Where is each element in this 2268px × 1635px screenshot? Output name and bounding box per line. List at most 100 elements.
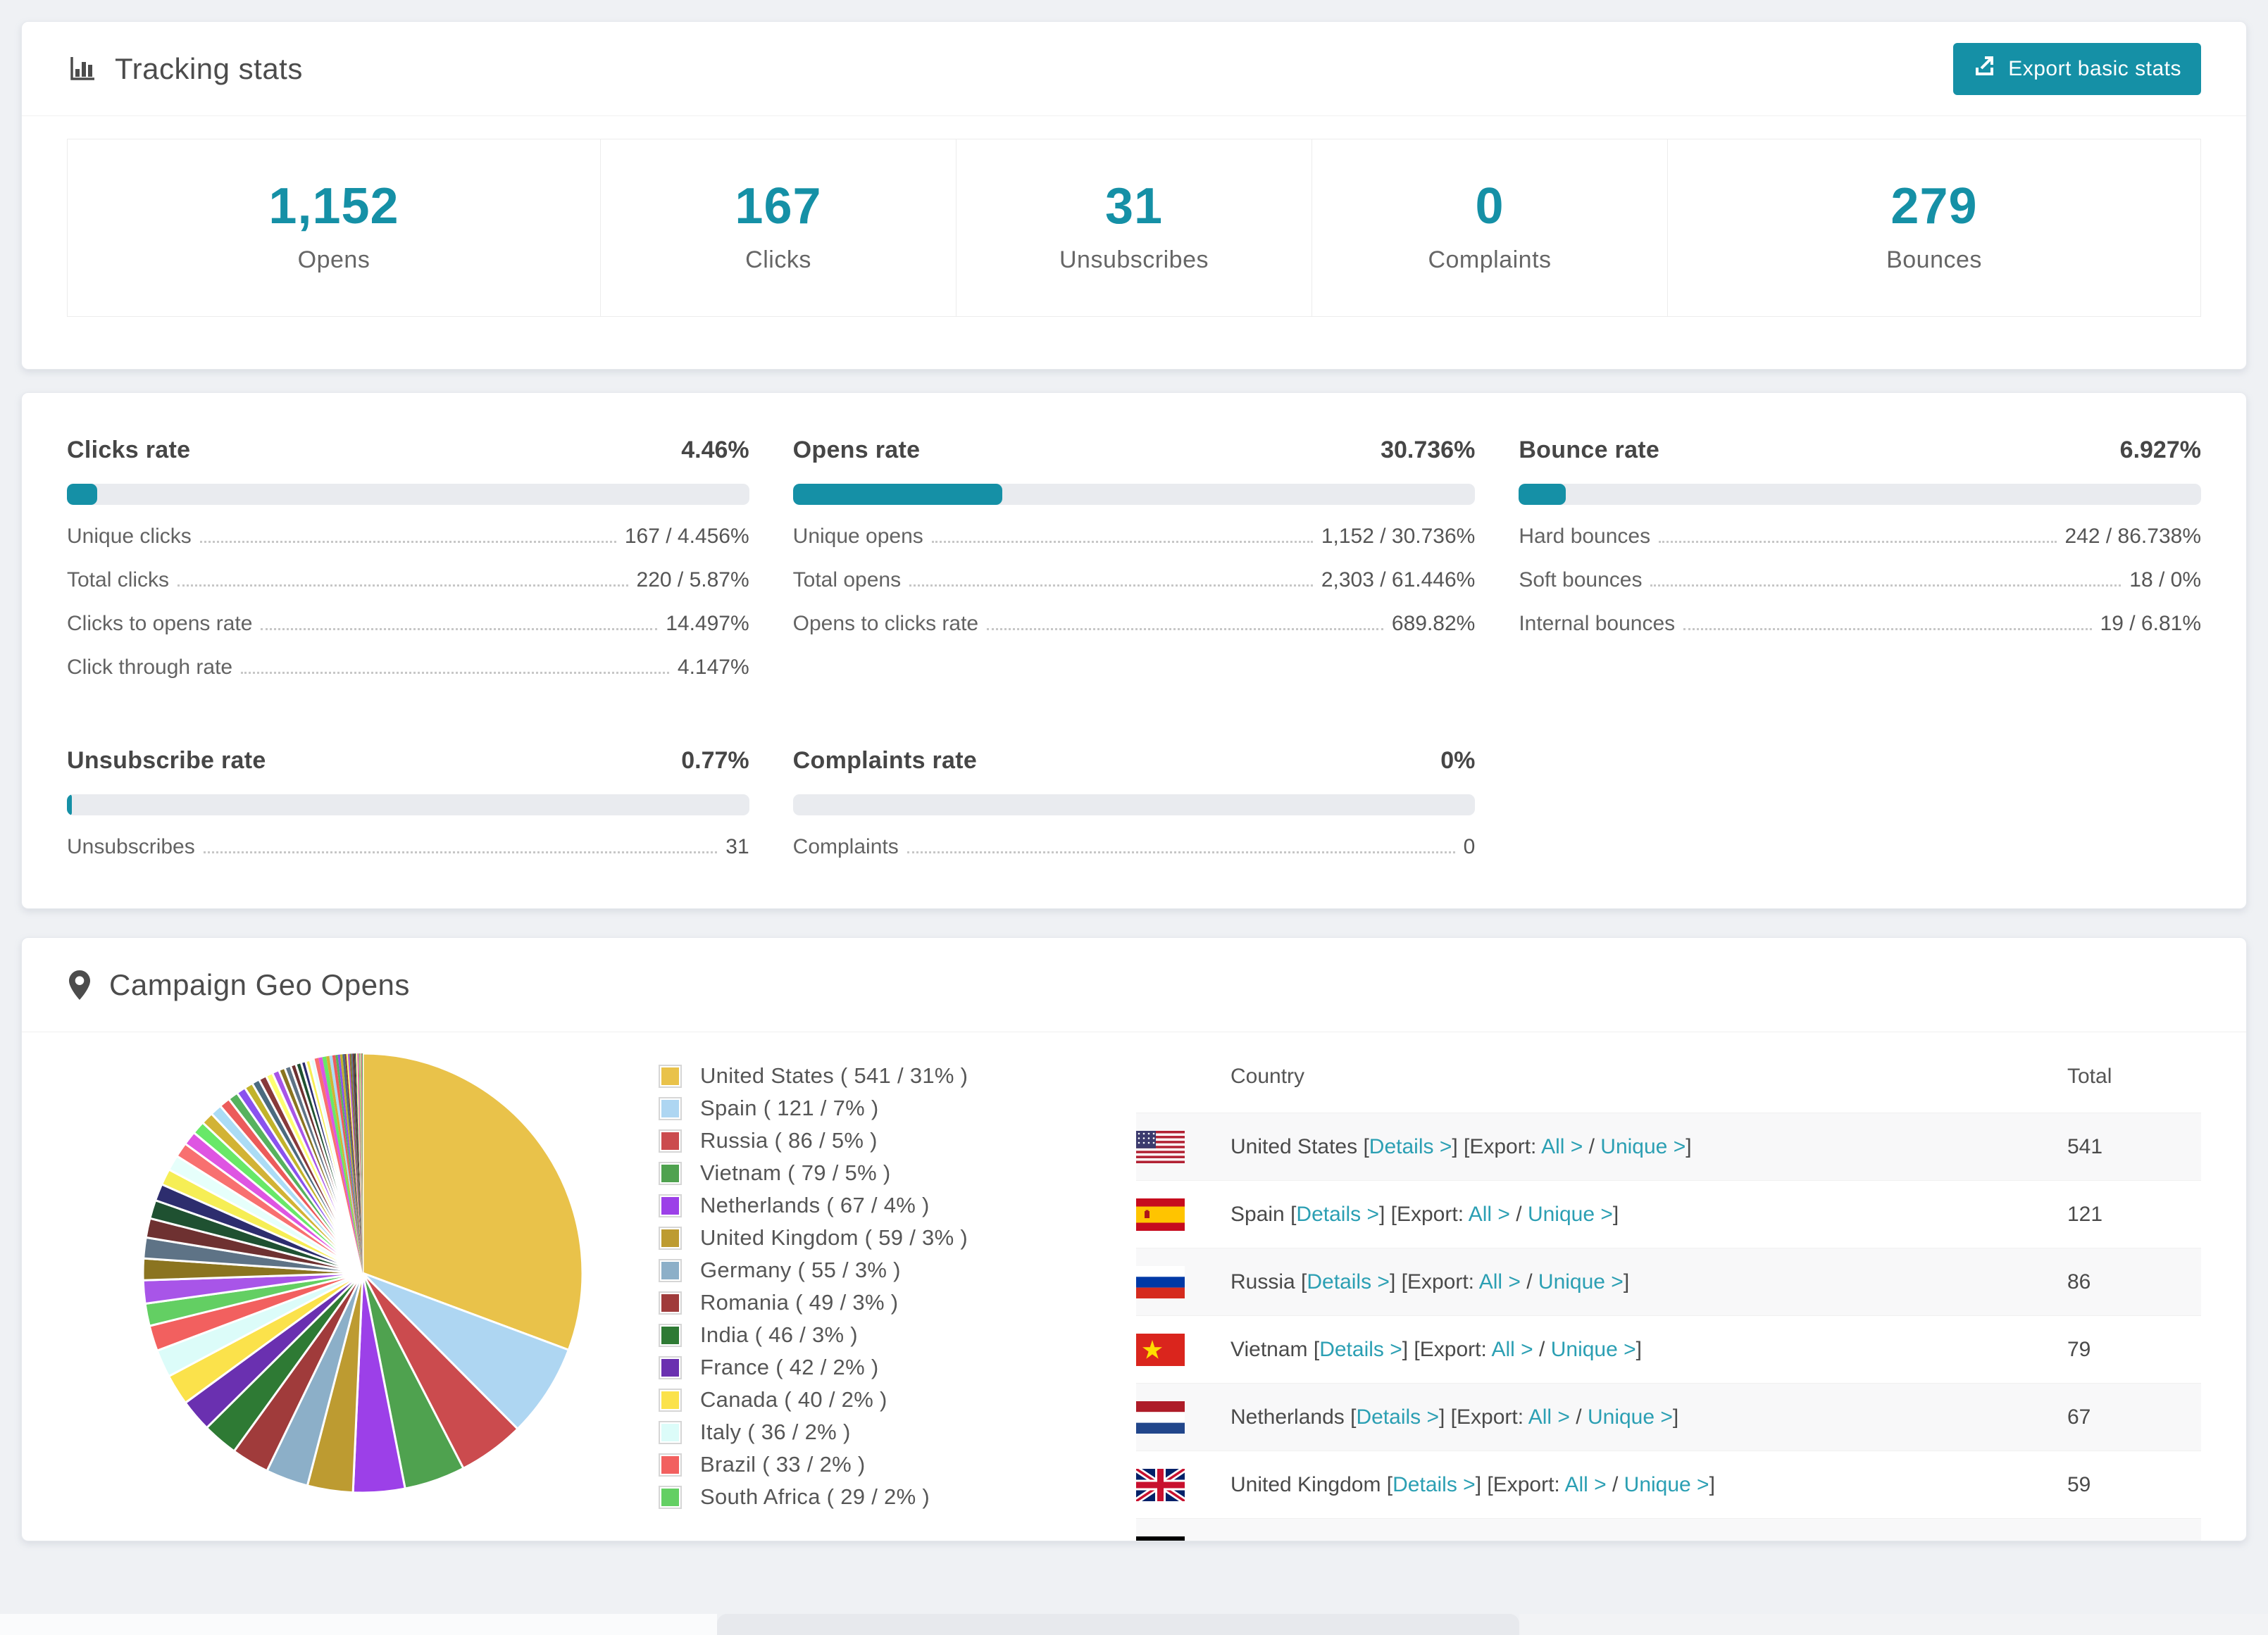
rate-detail-row: Total clicks 220 / 5.87% bbox=[67, 568, 749, 592]
rate-head: Clicks rate 4.46% bbox=[67, 437, 749, 464]
stat-label: Complaints bbox=[1428, 246, 1552, 273]
export-all-link[interactable]: All > bbox=[1501, 1541, 1543, 1542]
legend-item-brazil: Brazil ( 33 / 2% ) bbox=[659, 1452, 1053, 1477]
legend-item-south-africa: South Africa ( 29 / 2% ) bbox=[659, 1484, 1053, 1510]
rate-detail-row: Internal bounces 19 / 6.81% bbox=[1519, 612, 2201, 636]
rate-value: 6.927% bbox=[2119, 437, 2201, 463]
rates-card: Clicks rate 4.46% Unique clicks 167 / 4.456… bbox=[21, 392, 2247, 909]
details-link[interactable]: Details > bbox=[1369, 1135, 1452, 1158]
export-basic-stats-button[interactable]: Export basic stats bbox=[1953, 42, 2201, 95]
rate-progress-fill bbox=[67, 794, 73, 815]
stat-value: 31 bbox=[1104, 178, 1164, 234]
country-cell: Germany [Details >] [Export: All > / Uni… bbox=[1230, 1541, 2067, 1542]
total-value: 55 bbox=[2067, 1541, 2201, 1542]
total-value: 67 bbox=[2067, 1405, 2091, 1429]
legend-label: Romania ( 49 / 3% ) bbox=[700, 1290, 899, 1315]
rate-head: Complaints rate 0% bbox=[793, 747, 1476, 775]
export-unique-link[interactable]: Unique > bbox=[1624, 1473, 1709, 1496]
rate-title: Unsubscribe rate bbox=[67, 747, 266, 774]
export-unique-link[interactable]: Unique > bbox=[1538, 1270, 1624, 1293]
details-link[interactable]: Details > bbox=[1329, 1541, 1412, 1542]
geo-legend: United States ( 541 / 31% ) Spain ( 121 /… bbox=[659, 1045, 1053, 1541]
geo-title: Campaign Geo Opens bbox=[109, 967, 410, 1001]
campaign-geo-opens-card: Campaign Geo Opens United States ( 541 /… bbox=[21, 937, 2247, 1541]
rate-value: 0.77% bbox=[681, 747, 749, 774]
stat-label: Unsubscribes bbox=[1059, 246, 1209, 273]
rate-title: Clicks rate bbox=[67, 437, 191, 463]
dotted-leader bbox=[1659, 541, 2057, 543]
detail-label: Unique clicks bbox=[67, 525, 192, 548]
details-link[interactable]: Details > bbox=[1392, 1473, 1476, 1496]
detail-label: Total opens bbox=[792, 568, 902, 591]
country-name: Russia bbox=[1230, 1270, 1302, 1293]
export-unique-link[interactable]: Unique > bbox=[1528, 1203, 1613, 1226]
geo-table-body: United States [Details >] [Export: All >… bbox=[1136, 1113, 2201, 1541]
geo-table: Country Total United States [Details >] … bbox=[1136, 1045, 2201, 1541]
export-unique-link[interactable]: Unique > bbox=[1561, 1541, 1646, 1542]
export-unique-link[interactable]: Unique > bbox=[1588, 1405, 1673, 1429]
stat-box-opens: 1,152 Opens bbox=[68, 139, 600, 316]
legend-swatch bbox=[659, 1258, 682, 1282]
legend-label: South Africa ( 29 / 2% ) bbox=[700, 1484, 930, 1509]
rate-progress-track bbox=[1519, 484, 2201, 505]
country-cell: United Kingdom [Details >] [Export: All … bbox=[1230, 1472, 1715, 1496]
country-name: Netherlands bbox=[1230, 1405, 1351, 1429]
export-unique-link[interactable]: Unique > bbox=[1600, 1135, 1686, 1158]
export-all-link[interactable]: All > bbox=[1469, 1203, 1510, 1226]
legend-swatch bbox=[659, 1355, 682, 1379]
detail-label: Opens to clicks rate bbox=[792, 612, 979, 635]
details-link[interactable]: Details > bbox=[1319, 1338, 1402, 1361]
rate-block-bounce-rate: Bounce rate 6.927% Hard bounces 242 / 86.73… bbox=[1519, 437, 2201, 679]
export-all-link[interactable]: All > bbox=[1528, 1405, 1570, 1429]
rate-detail-row: Unique clicks 167 / 4.456% bbox=[67, 525, 749, 549]
legend-swatch bbox=[659, 1388, 682, 1412]
details-link[interactable]: Details > bbox=[1307, 1270, 1390, 1293]
country-name: Spain bbox=[1230, 1202, 1291, 1226]
legend-item-romania: Romania ( 49 / 3% ) bbox=[659, 1290, 1053, 1315]
total-value: 541 bbox=[2067, 1134, 2103, 1158]
details-link[interactable]: Details > bbox=[1356, 1405, 1439, 1429]
stats-summary-row: 1,152 Opens 167 Clicks 31 Unsubscribes 0 Compla… bbox=[67, 139, 2201, 317]
export-unique-link[interactable]: Unique > bbox=[1551, 1338, 1636, 1361]
legend-swatch bbox=[659, 1453, 682, 1477]
bottom-scrollbar[interactable] bbox=[717, 1614, 1519, 1635]
export-all-link[interactable]: All > bbox=[1541, 1135, 1583, 1158]
rate-block-unsubscribe-rate: Unsubscribe rate 0.77% Unsubscribes 31 bbox=[67, 747, 749, 859]
vn-flag-icon bbox=[1136, 1333, 1185, 1366]
rate-details: Unsubscribes 31 bbox=[67, 835, 749, 859]
detail-value: 4.147% bbox=[677, 656, 749, 679]
dotted-leader bbox=[1650, 584, 2121, 587]
dotted-leader bbox=[241, 672, 669, 674]
details-link[interactable]: Details > bbox=[1296, 1203, 1379, 1226]
rate-value: 4.46% bbox=[681, 437, 749, 463]
legend-item-france: France ( 42 / 2% ) bbox=[659, 1355, 1053, 1380]
rate-progress-track bbox=[67, 484, 749, 505]
rate-title: Complaints rate bbox=[792, 747, 978, 774]
export-all-link[interactable]: All > bbox=[1492, 1338, 1533, 1361]
rate-details: Unique opens 1,152 / 30.736% Total opens 2,… bbox=[793, 525, 1476, 636]
legend-item-united-kingdom: United Kingdom ( 59 / 3% ) bbox=[659, 1225, 1053, 1251]
legend-label: Vietnam ( 79 / 5% ) bbox=[700, 1160, 891, 1185]
detail-value: 220 / 5.87% bbox=[636, 568, 749, 591]
legend-item-russia: Russia ( 86 / 5% ) bbox=[659, 1128, 1053, 1153]
rate-detail-row: Opens to clicks rate 689.82% bbox=[793, 612, 1476, 636]
export-all-link[interactable]: All > bbox=[1479, 1270, 1521, 1293]
stat-box-bounces: 279 Bounces bbox=[1667, 139, 2200, 316]
rate-detail-row: Click through rate 4.147% bbox=[67, 656, 749, 679]
geo-content: United States ( 541 / 31% ) Spain ( 121 /… bbox=[22, 1032, 2246, 1541]
legend-label: Russia ( 86 / 5% ) bbox=[700, 1128, 878, 1153]
geo-title-wrap: Campaign Geo Opens bbox=[67, 968, 410, 1002]
stat-label: Bounces bbox=[1886, 246, 1982, 273]
detail-label: Click through rate bbox=[67, 656, 233, 679]
country-name: Germany bbox=[1230, 1541, 1323, 1542]
detail-label: Internal bounces bbox=[1519, 612, 1676, 635]
rate-title: Bounce rate bbox=[1519, 437, 1660, 463]
es-flag-icon bbox=[1136, 1198, 1185, 1231]
export-all-link[interactable]: All > bbox=[1564, 1473, 1606, 1496]
legend-swatch bbox=[659, 1485, 682, 1509]
bar-chart-icon bbox=[67, 54, 98, 84]
tracking-stats-card: Tracking stats Export basic stats 1,152 O… bbox=[21, 21, 2247, 370]
detail-value: 31 bbox=[725, 835, 749, 858]
geo-table-row-nl: Netherlands [Details >] [Export: All > /… bbox=[1136, 1383, 2201, 1451]
dotted-leader bbox=[203, 851, 718, 853]
